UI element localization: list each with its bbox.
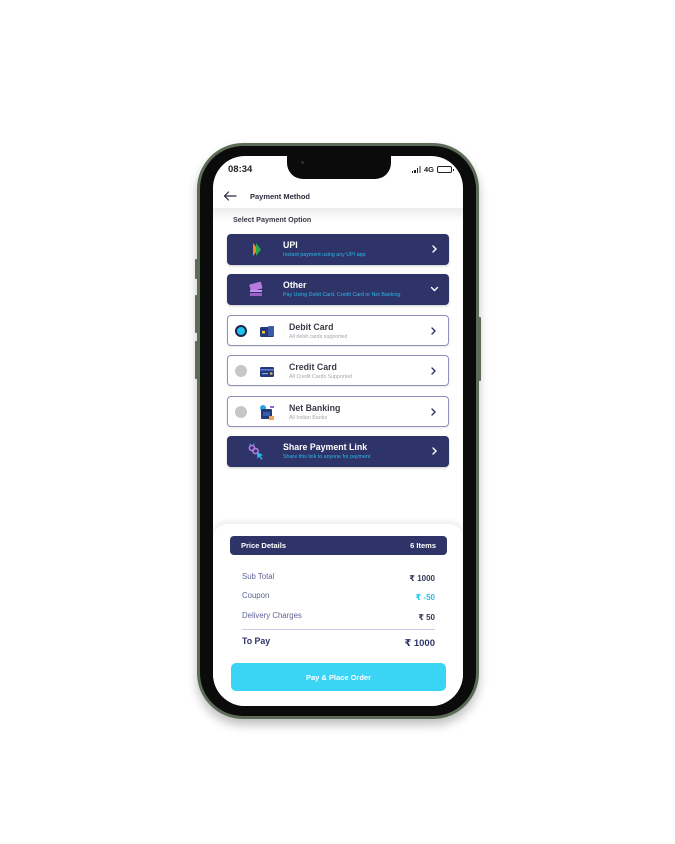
app-bar: Payment Method xyxy=(213,184,463,208)
status-indicators: 4G xyxy=(411,165,454,174)
radio-net-banking[interactable] xyxy=(235,406,247,418)
pay-and-place-order-button[interactable]: Pay & Place Order xyxy=(231,663,446,691)
row-label: Sub Total xyxy=(242,572,275,581)
section-label: Select Payment Option xyxy=(233,215,312,224)
option-title: Credit Card xyxy=(289,362,337,372)
price-details-header: Price Details 6 Items xyxy=(230,536,447,555)
price-row-delivery: Delivery Charges ₹ 50 xyxy=(242,611,435,622)
option-title: UPI xyxy=(283,240,298,250)
mute-switch xyxy=(195,259,198,279)
option-debit-card[interactable]: Debit Card All debit cards supported xyxy=(227,315,449,346)
items-count: 6 Items xyxy=(410,541,436,550)
credit-card-icon xyxy=(260,367,274,377)
chevron-right-icon xyxy=(432,447,437,455)
price-details-title: Price Details xyxy=(241,541,287,550)
power-button xyxy=(478,317,481,381)
total-label: To Pay xyxy=(242,636,271,646)
row-value: ₹ 50 xyxy=(418,613,435,622)
volume-down-button xyxy=(195,341,198,379)
chevron-down-icon xyxy=(430,286,439,292)
bank-icon xyxy=(260,405,274,420)
price-row-total: To Pay ₹ 1000 xyxy=(242,636,435,649)
row-label: Coupon xyxy=(242,591,270,600)
share-link-icon xyxy=(248,443,263,460)
option-credit-card[interactable]: Credit Card All Credit Cards Supported xyxy=(227,355,449,386)
radio-credit-card[interactable] xyxy=(235,365,247,377)
upi-logo-icon xyxy=(253,243,261,256)
option-title: Debit Card xyxy=(289,322,334,332)
signal-icon xyxy=(411,166,421,173)
total-value: ₹ 1000 xyxy=(404,638,435,649)
status-time: 08:34 xyxy=(228,164,253,175)
divider xyxy=(242,629,435,630)
payment-options-area: Select Payment Option UPI Instant paymen… xyxy=(213,208,463,526)
camera-dot xyxy=(301,161,304,164)
debit-card-icon xyxy=(260,326,274,337)
option-subtitle: All debit cards supported xyxy=(289,334,348,340)
chevron-right-icon xyxy=(431,408,436,416)
option-subtitle: All Credit Cards Supported xyxy=(289,374,353,380)
option-other[interactable]: Other Pay Using Debit Card, Credit Card … xyxy=(227,274,449,305)
chevron-right-icon xyxy=(431,367,436,375)
price-row-subtotal: Sub Total ₹ 1000 xyxy=(242,572,435,583)
row-value: ₹ -50 xyxy=(415,593,435,602)
chevron-right-icon xyxy=(432,245,437,253)
card-stack-icon xyxy=(249,281,263,296)
phone-screen: 08:34 4G Payment Method Select Payment O… xyxy=(213,156,463,706)
option-subtitle: Instant payment using any UPI app xyxy=(283,252,366,258)
row-label: Delivery Charges xyxy=(242,611,302,620)
price-summary-sheet: Price Details 6 Items Sub Total ₹ 1000 C… xyxy=(213,524,463,706)
option-upi[interactable]: UPI Instant payment using any UPI app xyxy=(227,234,449,265)
option-title: Other xyxy=(283,280,307,290)
option-title: Share Payment Link xyxy=(283,442,368,452)
option-subtitle: Share this link to anyone for payment xyxy=(283,454,371,460)
network-type: 4G xyxy=(423,165,434,174)
chevron-right-icon xyxy=(431,327,436,335)
row-value: ₹ 1000 xyxy=(409,574,435,583)
volume-up-button xyxy=(195,295,198,333)
arrow-left-icon xyxy=(223,191,237,201)
radio-debit-card-selected[interactable] xyxy=(235,325,247,337)
option-title: Net Banking xyxy=(289,403,341,413)
option-net-banking[interactable]: Net Banking All Indian Banks xyxy=(227,396,449,427)
price-row-coupon: Coupon ₹ -50 xyxy=(242,591,435,602)
option-share-payment-link[interactable]: Share Payment Link Share this link to an… xyxy=(227,436,449,467)
option-subtitle: Pay Using Debit Card, Credit Card or Net… xyxy=(283,292,401,298)
option-subtitle: All Indian Banks xyxy=(289,415,327,421)
page-title: Payment Method xyxy=(250,191,311,201)
notch xyxy=(287,156,391,179)
back-button[interactable] xyxy=(223,190,239,202)
battery-icon xyxy=(437,166,454,173)
